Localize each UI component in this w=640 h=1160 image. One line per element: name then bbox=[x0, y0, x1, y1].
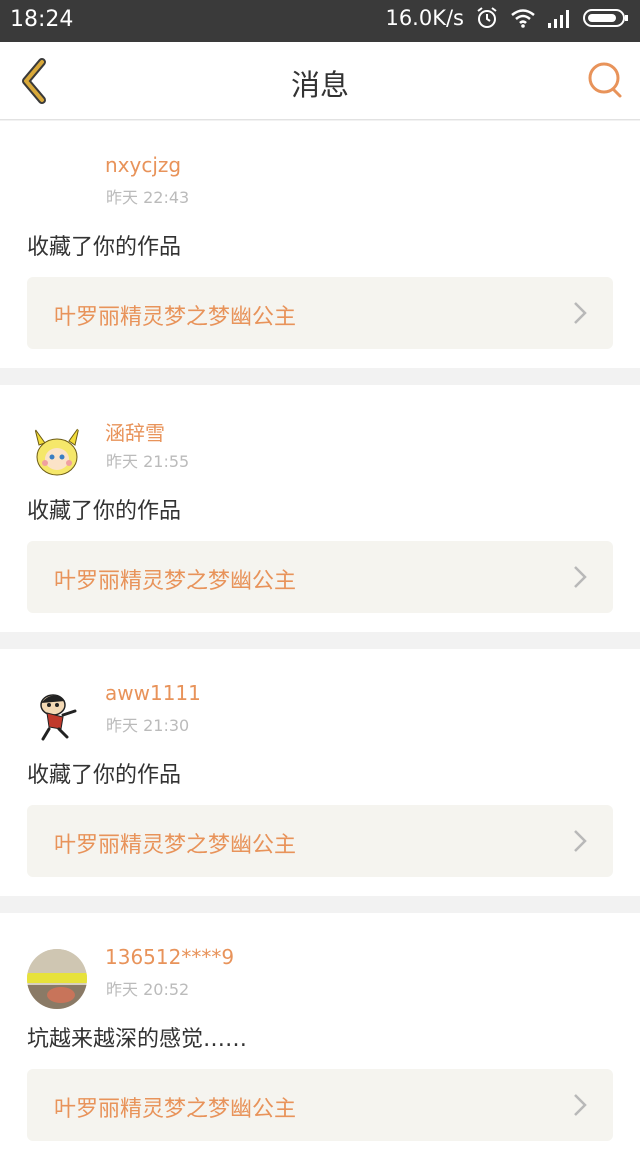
avatar[interactable] bbox=[27, 949, 87, 1009]
signal-icon bbox=[548, 10, 569, 28]
message-time: 昨天 22:43 bbox=[106, 188, 190, 207]
username[interactable]: 136512****9 bbox=[105, 945, 234, 969]
message-text: 收藏了你的作品 bbox=[27, 763, 182, 788]
chevron-right-icon bbox=[574, 566, 587, 588]
back-arrow-icon[interactable] bbox=[14, 56, 62, 106]
chevron-right-icon bbox=[574, 830, 587, 852]
pikachu-avatar-image bbox=[27, 421, 87, 481]
message-card: aww1111 昨天 21:30 收藏了你的作品 叶罗丽精灵梦之梦幽公主 bbox=[0, 649, 640, 896]
message-text: 收藏了你的作品 bbox=[27, 235, 182, 260]
avatar[interactable] bbox=[27, 157, 87, 217]
username[interactable]: 涵辞雪 bbox=[105, 417, 165, 446]
status-time: 18:24 bbox=[10, 7, 74, 32]
status-icons: 16.0K/s bbox=[385, 6, 630, 30]
alarm-icon bbox=[477, 7, 497, 28]
work-link[interactable]: 叶罗丽精灵梦之梦幽公主 bbox=[27, 541, 613, 613]
work-link[interactable]: 叶罗丽精灵梦之梦幽公主 bbox=[27, 277, 613, 349]
message-time: 昨天 21:30 bbox=[106, 716, 190, 735]
message-time: 昨天 20:52 bbox=[106, 980, 190, 999]
battery-icon bbox=[583, 9, 628, 27]
username[interactable]: aww1111 bbox=[105, 681, 201, 705]
username[interactable]: nxycjzg bbox=[105, 153, 181, 177]
message-text: 坑越来越深的感觉…… bbox=[27, 1027, 248, 1052]
work-title: 叶罗丽精灵梦之梦幽公主 bbox=[54, 833, 297, 858]
message-card: 136512****9 昨天 20:52 坑越来越深的感觉…… 叶罗丽精灵梦之梦… bbox=[0, 913, 640, 1160]
nav-bar: 消息 bbox=[0, 42, 640, 120]
message-text: 收藏了你的作品 bbox=[27, 499, 182, 524]
avatar[interactable] bbox=[27, 685, 87, 745]
chevron-right-icon bbox=[574, 1094, 587, 1116]
cartoon-avatar-image bbox=[27, 685, 87, 745]
page-title: 消息 bbox=[290, 68, 349, 102]
work-title: 叶罗丽精灵梦之梦幽公主 bbox=[54, 569, 297, 594]
work-title: 叶罗丽精灵梦之梦幽公主 bbox=[54, 305, 297, 330]
message-card: 涵辞雪 昨天 21:55 收藏了你的作品 叶罗丽精灵梦之梦幽公主 bbox=[0, 385, 640, 632]
status-bar: 18:24 16.0K/s bbox=[0, 0, 640, 42]
search-icon[interactable] bbox=[586, 60, 626, 100]
message-card: nxycjzg 昨天 22:43 收藏了你的作品 叶罗丽精灵梦之梦幽公主 bbox=[0, 121, 640, 368]
photo-avatar-image bbox=[27, 949, 87, 1009]
network-speed: 16.0K/s bbox=[385, 6, 464, 30]
avatar[interactable] bbox=[27, 421, 87, 481]
message-list: nxycjzg 昨天 22:43 收藏了你的作品 叶罗丽精灵梦之梦幽公主 涵辞雪… bbox=[0, 121, 640, 1160]
wifi-icon bbox=[511, 9, 535, 28]
work-title: 叶罗丽精灵梦之梦幽公主 bbox=[54, 1097, 297, 1122]
work-link[interactable]: 叶罗丽精灵梦之梦幽公主 bbox=[27, 805, 613, 877]
message-time: 昨天 21:55 bbox=[106, 452, 190, 471]
work-link[interactable]: 叶罗丽精灵梦之梦幽公主 bbox=[27, 1069, 613, 1141]
chevron-right-icon bbox=[574, 302, 587, 324]
